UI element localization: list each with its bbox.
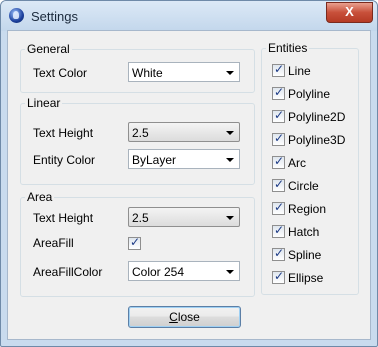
entity-arc-checkbox[interactable] bbox=[272, 154, 285, 169]
areafill-color-label: AreaFillColor bbox=[33, 265, 103, 279]
chevron-down-icon bbox=[226, 158, 234, 162]
entity-hatch-checkbox[interactable] bbox=[272, 223, 285, 238]
general-text-color-value: White bbox=[132, 66, 163, 80]
general-text-color-label: Text Color bbox=[33, 66, 88, 80]
title-bar[interactable]: Settings X bbox=[1, 1, 377, 31]
linear-text-height-value: 2.5 bbox=[132, 126, 149, 140]
entity-ellipse-checkbox[interactable] bbox=[272, 269, 285, 284]
linear-group-label: Linear bbox=[25, 96, 63, 110]
entity-polyline2d-label: Polyline2D bbox=[288, 110, 346, 124]
entity-ellipse-label: Ellipse bbox=[288, 271, 324, 285]
areafill-color-dropdown[interactable]: Color 254 bbox=[128, 261, 240, 281]
linear-entity-color-value: ByLayer bbox=[132, 153, 177, 167]
linear-text-height-dropdown[interactable]: 2.5 bbox=[128, 122, 240, 142]
close-button-mnemonic: C bbox=[169, 310, 178, 324]
linear-text-height-label: Text Height bbox=[33, 126, 94, 140]
area-text-height-label: Text Height bbox=[33, 211, 94, 225]
close-button[interactable]: Close bbox=[128, 306, 241, 328]
window-title: Settings bbox=[31, 9, 78, 24]
entity-line-label: Line bbox=[288, 64, 311, 78]
entity-line-checkbox[interactable] bbox=[272, 62, 285, 77]
entity-circle-label: Circle bbox=[288, 179, 319, 193]
areafill-checkbox[interactable] bbox=[128, 235, 141, 250]
linear-entity-color-label: Entity Color bbox=[33, 153, 96, 167]
entity-region-label: Region bbox=[288, 202, 327, 216]
entity-spline-label: Spline bbox=[288, 248, 322, 262]
entity-polyline3d-label: Polyline3D bbox=[288, 133, 346, 147]
entity-circle-checkbox[interactable] bbox=[272, 177, 285, 192]
area-text-height-value: 2.5 bbox=[132, 211, 149, 225]
entity-polyline2d-checkbox[interactable] bbox=[272, 108, 285, 123]
close-icon: X bbox=[345, 4, 354, 19]
linear-entity-color-dropdown[interactable]: ByLayer bbox=[128, 149, 240, 169]
areafill-label: AreaFill bbox=[33, 236, 74, 250]
general-group-label: General bbox=[25, 42, 72, 56]
entity-hatch-label: Hatch bbox=[288, 225, 320, 239]
area-group-label: Area bbox=[25, 190, 55, 204]
chevron-down-icon bbox=[226, 270, 234, 274]
entity-polyline-label: Polyline bbox=[288, 87, 331, 101]
entities-group-label: Entities bbox=[266, 41, 310, 55]
chevron-down-icon bbox=[226, 131, 234, 135]
chevron-down-icon bbox=[226, 71, 234, 75]
app-globe-icon bbox=[9, 8, 24, 23]
window-close-button[interactable]: X bbox=[326, 2, 373, 23]
entity-arc-label: Arc bbox=[288, 156, 306, 170]
entity-region-checkbox[interactable] bbox=[272, 200, 285, 215]
entity-polyline3d-checkbox[interactable] bbox=[272, 131, 285, 146]
areafill-color-value: Color 254 bbox=[132, 265, 185, 279]
entity-polyline-checkbox[interactable] bbox=[272, 85, 285, 100]
entity-spline-checkbox[interactable] bbox=[272, 246, 285, 261]
chevron-down-icon bbox=[226, 216, 234, 220]
close-button-label: lose bbox=[177, 310, 200, 324]
general-text-color-dropdown[interactable]: White bbox=[128, 62, 240, 82]
linear-group: Linear bbox=[20, 96, 255, 185]
area-text-height-dropdown[interactable]: 2.5 bbox=[128, 207, 240, 227]
